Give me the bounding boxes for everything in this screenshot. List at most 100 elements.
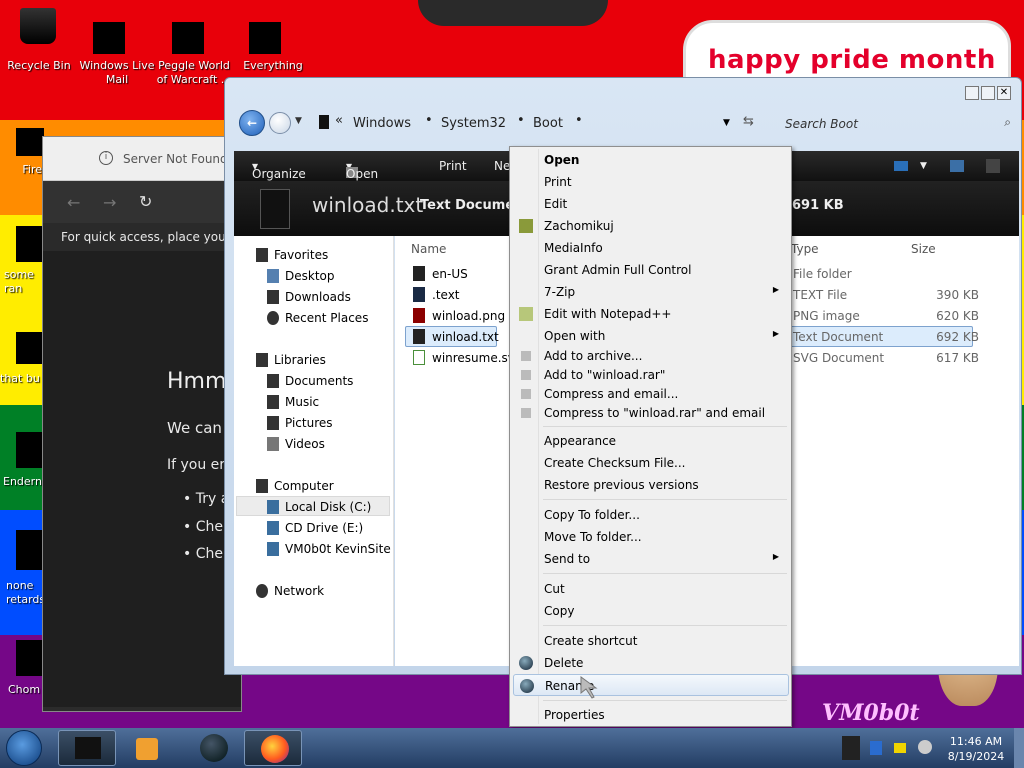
submenu-arrow-icon: ▶ [772,552,779,561]
partial-label: none retards [6,579,46,606]
suggestion-item: • Try a [183,491,230,507]
taskbar-media-player[interactable] [118,730,176,766]
breadcrumb-windows[interactable]: Windows [353,116,411,131]
taskbar-firefox[interactable] [244,730,302,766]
network-icon [256,584,268,598]
taskbar-app-3[interactable] [184,730,242,766]
menu-item-open[interactable]: Open [513,150,789,170]
breadcrumb-boot[interactable]: Boot [533,116,563,131]
start-button[interactable] [6,730,42,766]
taskbar-explorer[interactable] [58,730,116,766]
menu-separator [543,499,787,500]
menu-item-properties[interactable]: Properties [513,705,789,725]
nav-network[interactable]: Network [256,584,324,598]
back-button[interactable]: ← [239,110,265,136]
nav-computer[interactable]: Computer [256,479,334,493]
network-drive-icon [267,542,279,556]
archive-icon [521,408,531,418]
menu-item-restore-versions[interactable]: Restore previous versions [513,475,789,495]
open-button[interactable]: Open ▾ [346,159,378,181]
menu-item-compress-rar-email[interactable]: Compress to "winload.rar" and email [513,403,789,423]
nav-local-disk[interactable]: Local Disk (C:) [267,500,371,514]
notepad-icon [519,307,533,321]
nav-music[interactable]: Music [267,395,319,409]
view-icon[interactable] [894,161,908,171]
column-name[interactable]: Name [411,242,446,256]
menu-item-open-with[interactable]: Open with ▶ [513,326,789,346]
browser-window[interactable]: i Server Not Found ← → ↻ For quick acces… [42,136,242,712]
menu-item-print[interactable]: Print [513,172,789,192]
menu-item-move-to-folder[interactable]: Move To folder... [513,527,789,547]
forward-button[interactable] [269,112,291,134]
menu-item-add-to-rar[interactable]: Add to "winload.rar" [513,365,789,385]
nav-libraries[interactable]: Libraries [256,353,326,367]
nav-desktop[interactable]: Desktop [267,269,335,283]
mail-icon [93,22,125,54]
recycle-bin-label: Recycle Bin [7,59,71,72]
nav-pictures[interactable]: Pictures [267,416,333,430]
menu-item-create-shortcut[interactable]: Create shortcut [513,631,789,651]
nav-downloads[interactable]: Downloads [267,290,351,304]
menu-item-copy-to-folder[interactable]: Copy To folder... [513,505,789,525]
menu-item-send-to[interactable]: Send to ▶ [513,549,789,569]
nav-videos[interactable]: Videos [267,437,325,451]
search-icon[interactable]: ⌕ [1004,115,1011,130]
show-desktop-button[interactable] [1014,728,1024,768]
reload-icon[interactable]: ↻ [139,192,152,211]
menu-item-appearance[interactable]: Appearance [513,431,789,451]
back-icon[interactable]: ← [67,193,80,212]
tray-icon-2[interactable] [894,743,906,753]
file-name: .text [432,288,460,302]
nav-recent-places[interactable]: Recent Places [267,311,368,325]
menu-item-delete[interactable]: Delete [513,653,789,673]
address-dropdown-icon[interactable]: ▼ [723,118,730,128]
nav-documents[interactable]: Documents [267,374,353,388]
menu-item-edit[interactable]: Edit [513,194,789,214]
menu-item-7zip[interactable]: 7-Zip ▶ [513,282,789,302]
nav-cd-drive[interactable]: CD Drive (E:) [267,521,363,535]
organize-button[interactable]: Organize ▾ [252,159,306,181]
menu-item-grant-admin[interactable]: Grant Admin Full Control [513,260,789,280]
help-icon[interactable] [986,159,1000,173]
print-button[interactable]: Print [439,159,467,173]
context-menu: Open Print Edit Zachomikuj MediaInfo Gra… [509,146,792,727]
documents-icon [267,374,279,388]
refresh-icon[interactable]: ⇆ [743,114,754,129]
tray-icon-3[interactable] [918,740,932,754]
close-icon[interactable]: ✕ [997,86,1011,100]
preview-pane-icon[interactable] [950,160,964,172]
address-bar: ← ▼ « Windows • System32 • Boot • ▼ ⇆ Se… [233,106,1015,142]
nav-network-drive[interactable]: VM0b0t KevinSite [267,542,391,556]
new-folder-button[interactable]: Ne [494,159,510,173]
tray-expand-icon[interactable] [842,736,860,760]
tray-icon-1[interactable] [870,741,882,755]
pride-banner: happy pride month [683,20,1011,82]
history-dropdown-icon[interactable]: ▼ [295,116,302,126]
view-dropdown-icon[interactable]: ▼ [920,161,927,171]
menu-item-copy[interactable]: Copy [513,601,789,621]
menu-item-rename[interactable]: Rename [513,674,789,696]
archive-icon [521,370,531,380]
forward-icon[interactable]: → [103,193,116,212]
menu-item-cut[interactable]: Cut [513,579,789,599]
error-line-2: If you er [167,457,226,473]
maximize-icon[interactable] [981,86,995,100]
menu-item-compress-email[interactable]: Compress and email... [513,384,789,404]
search-input[interactable]: Search Boot ⌕ [773,112,1021,136]
minimize-icon[interactable] [965,86,979,100]
search-placeholder: Search Boot [785,117,858,131]
menu-item-add-to-archive[interactable]: Add to archive... [513,346,789,366]
breadcrumb-system32[interactable]: System32 [441,116,506,131]
column-type[interactable]: Type [791,242,819,256]
breadcrumb[interactable]: « Windows • System32 • Boot • [311,111,731,135]
menu-item-mediainfo[interactable]: MediaInfo [513,238,789,258]
file-type: SVG Document [793,351,885,365]
nav-favorites[interactable]: Favorites [256,248,328,262]
menu-item-create-checksum[interactable]: Create Checksum File... [513,453,789,473]
menu-item-notepad-plus-plus[interactable]: Edit with Notepad++ [513,304,789,324]
menu-item-zachomikuj[interactable]: Zachomikuj [513,216,789,236]
column-size[interactable]: Size [911,242,936,256]
tab-title[interactable]: Server Not Found [123,152,228,166]
clock[interactable]: 11:46 AM 8/19/2024 [936,734,1016,764]
pride-banner-text: happy pride month [708,45,996,75]
